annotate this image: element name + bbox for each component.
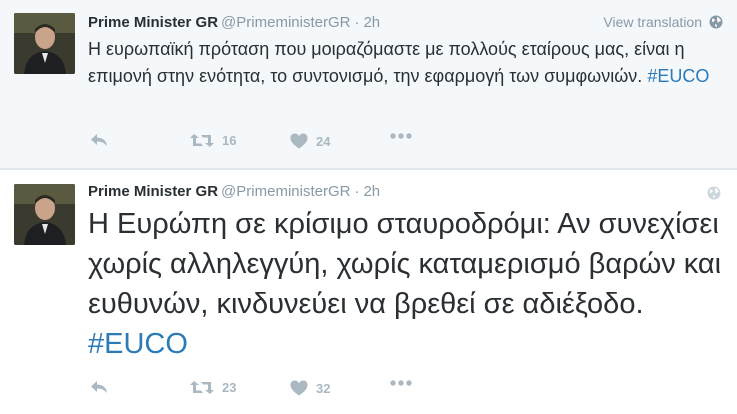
reply-icon bbox=[91, 381, 107, 393]
globe-icon bbox=[709, 15, 723, 29]
tweet-header: Prime Minister GR @PrimeministerGR · 2h bbox=[88, 13, 380, 33]
tweet[interactable]: Prime Minister GR @PrimeministerGR · 2h Vie… bbox=[0, 0, 737, 169]
author-name[interactable]: Prime Minister GR bbox=[88, 183, 218, 200]
separator: · bbox=[354, 183, 360, 200]
retweet-button[interactable]: 23 bbox=[190, 380, 236, 395]
like-button[interactable]: 24 bbox=[290, 133, 330, 149]
tweet-body: Η ευρωπαϊκή πρόταση που μοιραζόμαστε με … bbox=[88, 39, 685, 86]
timestamp[interactable]: 2h bbox=[363, 183, 380, 200]
tweet-header: Prime Minister GR @PrimeministerGR · 2h bbox=[88, 182, 380, 202]
retweet-icon bbox=[190, 134, 214, 147]
author-name[interactable]: Prime Minister GR bbox=[88, 14, 218, 31]
heart-icon bbox=[290, 380, 308, 396]
avatar[interactable] bbox=[14, 184, 75, 245]
tweet-actions: 23 32 bbox=[88, 380, 428, 400]
tweet-text: Η ευρωπαϊκή πρόταση που μοιραζόμαστε με … bbox=[88, 36, 724, 90]
heart-icon bbox=[290, 133, 308, 149]
reply-button[interactable] bbox=[90, 380, 108, 394]
reply-icon bbox=[91, 134, 107, 146]
retweet-count: 23 bbox=[222, 380, 237, 395]
tweet-text: Η Ευρώπη σε κρίσιμο σταυροδρόμι: Αν συνε… bbox=[88, 204, 724, 364]
like-button[interactable]: 32 bbox=[290, 380, 330, 396]
more-icon bbox=[390, 380, 412, 386]
tweet[interactable]: Prime Minister GR @PrimeministerGR · 2h Η Ε… bbox=[0, 169, 737, 414]
author-handle[interactable]: @PrimeministerGR bbox=[221, 183, 350, 200]
retweet-count: 16 bbox=[222, 133, 237, 148]
view-translation-link[interactable]: View translation bbox=[603, 14, 723, 30]
view-translation-label: View translation bbox=[603, 14, 702, 30]
separator: · bbox=[354, 14, 360, 31]
tweet-actions: 16 24 bbox=[88, 133, 428, 153]
globe-icon[interactable] bbox=[707, 186, 721, 200]
more-icon bbox=[390, 133, 412, 139]
like-count: 32 bbox=[316, 380, 331, 396]
retweet-button[interactable]: 16 bbox=[190, 133, 236, 148]
more-button[interactable] bbox=[390, 133, 412, 139]
avatar[interactable] bbox=[14, 13, 75, 74]
author-handle[interactable]: @PrimeministerGR bbox=[221, 14, 350, 31]
retweet-icon bbox=[190, 381, 214, 394]
tweet-body: Η Ευρώπη σε κρίσιμο σταυροδρόμι: Αν συνε… bbox=[88, 208, 722, 320]
hashtag-link[interactable]: #EUCO bbox=[88, 328, 188, 360]
hashtag-link[interactable]: #EUCO bbox=[647, 66, 709, 86]
timestamp[interactable]: 2h bbox=[363, 14, 380, 31]
more-button[interactable] bbox=[390, 380, 412, 386]
reply-button[interactable] bbox=[90, 133, 108, 147]
like-count: 24 bbox=[316, 133, 331, 149]
